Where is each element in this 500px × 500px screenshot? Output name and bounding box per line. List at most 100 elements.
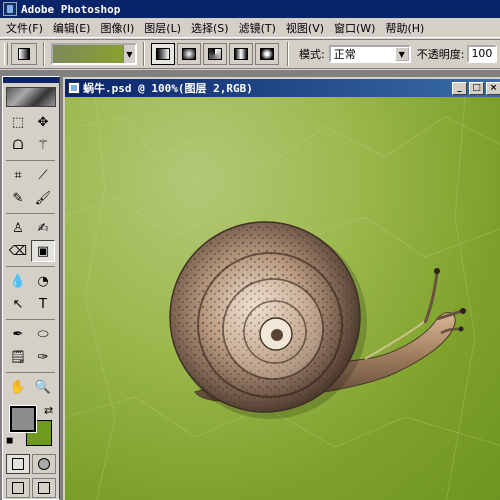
marquee-tool-button[interactable]: ⬚ [6, 111, 30, 133]
crop-tool-button[interactable]: ⌗ [6, 164, 30, 186]
quickmask-row [3, 450, 59, 474]
toolbox-titlebar[interactable] [3, 77, 59, 83]
divider [43, 42, 45, 66]
eraser-tool-button[interactable]: ⌫ [6, 240, 30, 262]
opacity-label: 不透明度: [416, 48, 465, 61]
blur-tool-icon: 💧 [9, 273, 27, 289]
menu-window[interactable]: 窗口(W) [332, 20, 383, 36]
quick-mask-icon [38, 458, 50, 470]
type-tool-button[interactable]: T [31, 293, 55, 315]
gradient-picker[interactable]: ▼ [51, 43, 137, 65]
lasso-tool-button[interactable]: ᗝ [6, 134, 30, 156]
menu-file[interactable]: 文件(F) [4, 20, 51, 36]
slice-tool-button[interactable]: ⟋ [31, 164, 55, 186]
menu-image[interactable]: 图像(I) [98, 20, 142, 36]
full-screen-button[interactable] [32, 478, 56, 498]
reflected-gradient-button[interactable] [229, 43, 253, 65]
menu-filter[interactable]: 滤镜(T) [237, 20, 284, 36]
pen-tool-button[interactable]: ✒ [6, 323, 30, 345]
gradient-swatch[interactable] [53, 45, 123, 63]
radial-gradient-button[interactable] [177, 43, 201, 65]
tool-group-divider [6, 369, 55, 373]
lasso-tool-icon: ᗝ [12, 137, 24, 153]
default-colors-icon[interactable]: ◼ [6, 436, 13, 446]
diamond-gradient-icon [260, 48, 274, 60]
menu-edit[interactable]: 编辑(E) [51, 20, 99, 36]
opacity-input[interactable]: 100 [467, 45, 498, 63]
chevron-down-icon[interactable]: ▼ [394, 47, 409, 61]
dodge-tool-button[interactable]: ◔ [31, 270, 55, 292]
app-title: Adobe Photoshop [21, 2, 121, 16]
blend-mode-select[interactable]: 正常 ▼ [328, 45, 411, 63]
close-button[interactable]: × [486, 81, 500, 95]
standard-mode-icon [12, 458, 24, 470]
blend-mode-value: 正常 [333, 48, 356, 61]
minimize-button[interactable]: _ [452, 81, 467, 95]
path-selection-tool-button[interactable]: ↖ [6, 293, 30, 315]
document-titlebar[interactable]: 蜗牛.psd @ 100%(图层 2,RGB) _ □ × [65, 79, 500, 97]
gradient-tool-icon [18, 48, 30, 60]
mode-label: 模式: [299, 48, 325, 61]
magic-wand-tool-button[interactable]: ⚚ [31, 134, 55, 156]
menu-help[interactable]: 帮助(H) [383, 20, 432, 36]
app-titlebar: Adobe Photoshop [0, 0, 500, 18]
snail [169, 221, 466, 419]
angle-gradient-icon [208, 48, 222, 60]
gradient-tool-button[interactable]: ▣ [31, 240, 55, 262]
standard-screen-icon [12, 482, 24, 494]
foreground-color-swatch[interactable] [9, 405, 37, 433]
eraser-tool-icon: ⌫ [8, 243, 28, 259]
dodge-tool-icon: ◔ [37, 273, 49, 289]
toolbox: ⬚✥ᗝ⚚⌗⟋✎🖌♙✍⌫▣💧◔↖T✒⬭🗒✑✋🔍 ⇄ ◼ ⇨ [2, 76, 60, 500]
shape-tool-icon: ⬭ [37, 326, 49, 342]
healing-brush-tool-button[interactable]: ✎ [6, 187, 30, 209]
divider [287, 42, 289, 66]
photoshop-app-icon[interactable] [3, 2, 17, 16]
color-swatches: ⇄ ◼ [6, 404, 58, 450]
tool-group-divider [6, 263, 55, 267]
tool-preset-picker[interactable] [11, 43, 37, 65]
clone-stamp-tool-button[interactable]: ♙ [6, 217, 30, 239]
healing-brush-tool-icon: ✎ [12, 190, 24, 206]
reflected-gradient-icon [234, 48, 248, 60]
menu-view[interactable]: 视图(V) [284, 20, 332, 36]
document-icon [68, 82, 80, 94]
notes-tool-icon: 🗒 [9, 349, 27, 365]
zoom-tool-button[interactable]: 🔍 [31, 376, 55, 398]
menu-select[interactable]: 选择(S) [189, 20, 237, 36]
document-canvas[interactable] [65, 97, 500, 500]
quick-mask-button[interactable] [32, 454, 56, 474]
swap-colors-icon[interactable]: ⇄ [44, 404, 53, 417]
menu-bar: 文件(F) 编辑(E) 图像(I) 图层(L) 选择(S) 滤镜(T) 视图(V… [0, 18, 500, 38]
move-tool-button[interactable]: ✥ [31, 111, 55, 133]
standard-mode-button[interactable] [6, 454, 30, 474]
angle-gradient-button[interactable] [203, 43, 227, 65]
history-brush-tool-button[interactable]: ✍ [31, 217, 55, 239]
blur-tool-button[interactable]: 💧 [6, 270, 30, 292]
photoshop-logo-icon[interactable] [6, 87, 56, 107]
hand-tool-button[interactable]: ✋ [6, 376, 30, 398]
gradient-tool-icon: ▣ [36, 243, 50, 259]
snail-artwork [65, 97, 500, 500]
crop-tool-icon: ⌗ [14, 167, 22, 183]
options-bar-grip[interactable] [4, 43, 8, 65]
eyedropper-tool-button[interactable]: ✑ [31, 346, 55, 368]
notes-tool-button[interactable]: 🗒 [6, 346, 30, 368]
maximize-button[interactable]: □ [469, 81, 484, 95]
divider [143, 42, 145, 66]
shape-tool-button[interactable]: ⬭ [31, 323, 55, 345]
hand-tool-icon: ✋ [9, 379, 27, 395]
standard-screen-button[interactable] [6, 478, 30, 498]
tool-group-divider [6, 316, 55, 320]
screen-mode-row [3, 474, 59, 498]
linear-gradient-button[interactable] [151, 43, 175, 65]
diamond-gradient-button[interactable] [255, 43, 279, 65]
menu-layer[interactable]: 图层(L) [142, 20, 189, 36]
options-bar: ▼ 模式: 正常 ▼ 不透明度: 100 [0, 39, 500, 69]
history-brush-tool-icon: ✍ [37, 220, 49, 236]
clone-stamp-tool-icon: ♙ [12, 220, 24, 236]
brush-tool-button[interactable]: 🖌 [31, 187, 55, 209]
chevron-down-icon[interactable]: ▼ [123, 45, 135, 63]
marquee-tool-icon: ⬚ [11, 114, 25, 130]
magic-wand-tool-icon: ⚚ [37, 137, 49, 153]
